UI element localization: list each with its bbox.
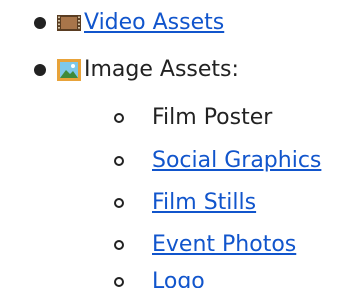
bullet-marker: [34, 64, 46, 76]
film-stills-link[interactable]: Film Stills: [152, 183, 256, 223]
hollow-bullet-marker: [114, 277, 124, 287]
sublist-item-event-photos: Event Photos: [114, 225, 296, 265]
image-assets-label: Image Assets:: [84, 57, 239, 82]
hollow-bullet-marker: [114, 240, 124, 250]
hollow-bullet-marker: [114, 156, 124, 166]
video-assets-link[interactable]: Video Assets: [84, 3, 224, 43]
sublist-item-film-stills: Film Stills: [114, 183, 256, 223]
logo-link[interactable]: Logo: [152, 262, 205, 288]
sublist-item-film-poster: Film Poster: [114, 98, 272, 138]
sublist-item-logo: Logo: [114, 262, 205, 288]
sublist-item-social-graphics: Social Graphics: [114, 141, 321, 181]
list-item-image-assets: Image Assets:: [34, 50, 239, 90]
event-photos-link[interactable]: Event Photos: [152, 225, 296, 265]
list-item-video-assets: Video Assets: [34, 3, 224, 43]
picture-icon: [56, 57, 82, 83]
hollow-bullet-marker: [114, 198, 124, 208]
hollow-bullet-marker: [114, 113, 124, 123]
film-poster-label: Film Poster: [152, 105, 273, 130]
film-strip-icon: [56, 10, 82, 36]
social-graphics-link[interactable]: Social Graphics: [152, 141, 321, 181]
asset-list: Video Assets Image Assets: Film Poster S…: [0, 0, 341, 288]
bullet-marker: [34, 17, 46, 29]
